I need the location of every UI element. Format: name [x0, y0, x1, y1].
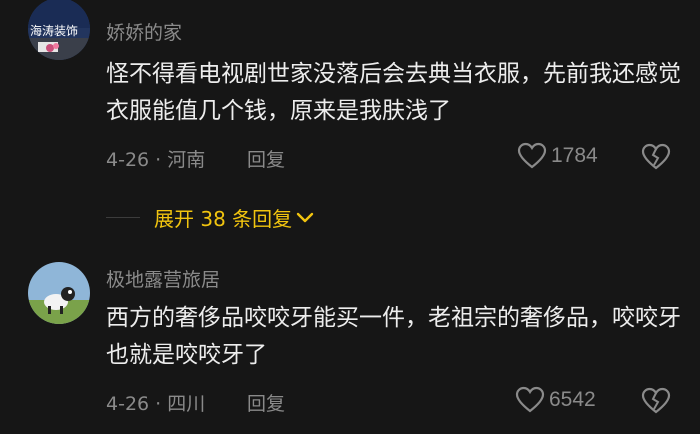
- avatar[interactable]: [28, 262, 90, 324]
- heart-icon: [515, 386, 545, 413]
- expand-replies-label: 展开 38 条回复: [154, 207, 293, 231]
- comment-meta: 4-26 · 四川: [106, 393, 206, 415]
- dislike-heart-icon: [641, 387, 671, 414]
- reply-button[interactable]: 回复: [247, 389, 285, 416]
- comment-item: 极地露营旅居 西方的奢侈品咬咬牙能买一件，老祖宗的奢侈品，咬咬牙也就是咬咬牙了 …: [0, 0, 700, 415]
- divider-line: [106, 217, 140, 218]
- like-count: 6542: [549, 388, 596, 411]
- chevron-down-icon: [296, 212, 314, 222]
- dislike-button[interactable]: [641, 387, 671, 419]
- like-button[interactable]: 6542: [515, 386, 596, 414]
- expand-replies-button[interactable]: 展开 38 条回复: [106, 203, 314, 232]
- username[interactable]: 极地露营旅居: [106, 265, 220, 292]
- avatar-image: [28, 262, 90, 324]
- comment-text: 西方的奢侈品咬咬牙能买一件，老祖宗的奢侈品，咬咬牙也就是咬咬牙了: [106, 305, 681, 368]
